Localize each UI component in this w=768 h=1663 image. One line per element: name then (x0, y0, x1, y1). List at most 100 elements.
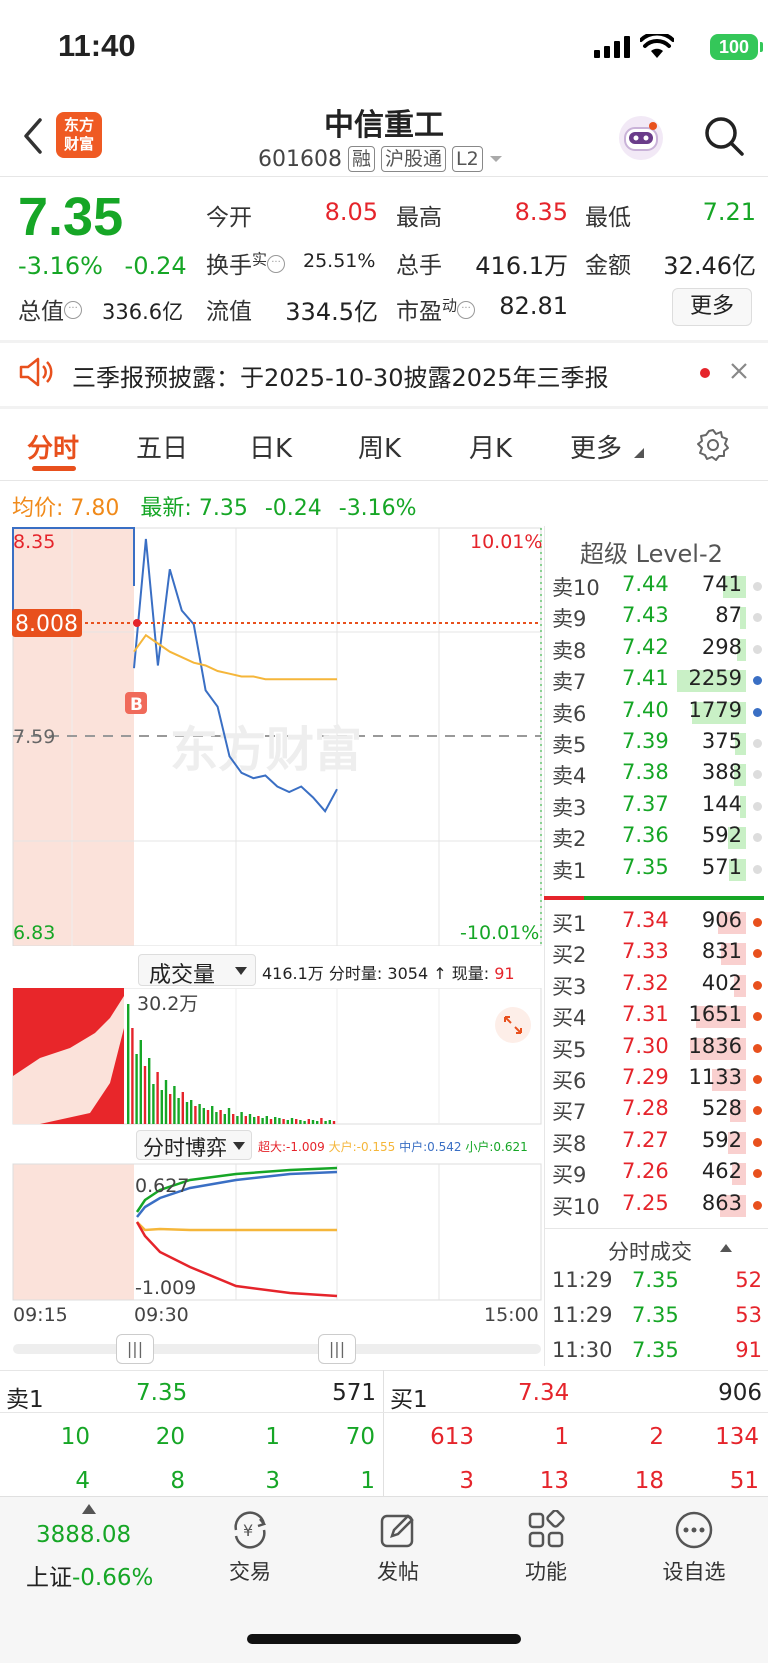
order-queue-value: 20 (155, 1424, 185, 1450)
pe-value: 82.81 (499, 292, 568, 320)
bid-row[interactable]: 买6 7.29 1133 (552, 1063, 766, 1094)
book-level-label: 卖5 (552, 733, 587, 757)
settings-gear-icon[interactable] (696, 428, 730, 462)
intraday-price-chart[interactable]: 东方财富 8.008 B 8.35 7.59 6.83 10.01% -10.0… (0, 526, 548, 946)
caret-up-icon[interactable] (82, 1504, 96, 1514)
volume-bar (328, 1120, 331, 1124)
nav-trade[interactable]: ¥ 交易 (210, 1510, 290, 1586)
book-level-label: 买3 (552, 974, 587, 999)
ask-row[interactable]: 卖6 7.40 1779 (552, 696, 766, 727)
book-volume: 1779 (688, 697, 742, 722)
signal-icon (594, 36, 630, 58)
bid-row[interactable]: 买4 7.31 1651 (552, 1000, 766, 1031)
ask-row[interactable]: 卖2 7.36 592 (552, 821, 766, 852)
assistant-robot-icon[interactable] (617, 114, 665, 162)
more-button[interactable]: 更多 (672, 288, 752, 326)
nav-add-watchlist[interactable]: 设自选 (654, 1510, 734, 1586)
ask-row[interactable]: 卖3 7.37 144 (552, 790, 766, 821)
tab-intraday[interactable]: 分时 (27, 428, 79, 465)
book-volume: 592 (701, 1127, 742, 1152)
x-tick-open: 09:30 (134, 1304, 189, 1326)
divider (0, 1370, 768, 1371)
expand-icon[interactable] (494, 1006, 532, 1044)
ask-row[interactable]: 卖1 7.35 571 (552, 853, 766, 884)
bid-row[interactable]: 买7 7.28 528 (552, 1094, 766, 1125)
ask-row[interactable]: 卖9 7.43 87 (552, 601, 766, 632)
ask-row[interactable]: 卖7 7.41 2259 (552, 664, 766, 695)
tick-row: 11:29 7.35 53 (552, 1303, 762, 1327)
book-level-label: 卖6 (552, 701, 587, 726)
stock-code: 601608 (258, 146, 342, 172)
index-name: 上证 (26, 1565, 72, 1591)
status-dot (753, 644, 762, 654)
book-level-label: 买9 (552, 1163, 587, 1188)
x-tick-start: 09:15 (13, 1304, 68, 1326)
volume-bar (173, 1086, 176, 1124)
range-handle-left[interactable]: ||| (116, 1334, 154, 1364)
nav-functions[interactable]: 功能 (506, 1510, 586, 1586)
book-price: 7.32 (622, 970, 669, 995)
book-price: 7.26 (622, 1159, 669, 1184)
divider (0, 480, 768, 481)
status-dot (753, 1012, 762, 1022)
ask-row[interactable]: 卖8 7.42 298 (552, 633, 766, 664)
ask-row[interactable]: 卖10 7.44 741 (552, 570, 766, 601)
bid-row[interactable]: 买5 7.30 1836 (552, 1032, 766, 1063)
book-volume: 375 (701, 729, 742, 753)
bid-row[interactable]: 买10 7.25 863 (552, 1189, 766, 1220)
search-icon[interactable] (702, 114, 746, 158)
book-level-label: 买1 (552, 912, 587, 936)
ask-row[interactable]: 卖5 7.39 375 (552, 727, 766, 758)
ticks-title[interactable]: 分时成交 (608, 1236, 692, 1266)
volume-bar (332, 1121, 336, 1124)
tab-more[interactable]: 更多 (570, 428, 622, 465)
book-level-label: 买10 (552, 1194, 600, 1219)
order-queue-value: 613 (430, 1424, 474, 1450)
trade-icon: ¥ (234, 1511, 267, 1549)
game-indicator-select[interactable]: 分时博弈 (136, 1130, 252, 1160)
volume-bar (299, 1120, 302, 1124)
volume-bar (164, 1080, 168, 1124)
order-queue-value: 10 (60, 1424, 90, 1450)
close-icon[interactable] (730, 362, 748, 380)
amount-label: 金额 (585, 253, 631, 279)
x-tick-close: 15:00 (484, 1304, 539, 1326)
nav-post[interactable]: 发帖 (358, 1510, 438, 1586)
volume-bar (156, 1072, 159, 1124)
bid-row[interactable]: 买1 7.34 906 (552, 906, 766, 937)
volume-bar (219, 1110, 222, 1124)
stock-code-line[interactable]: 601608 融 沪股通 L2 (258, 146, 503, 172)
volume-bar (316, 1121, 319, 1124)
bid-row[interactable]: 买8 7.27 592 (552, 1126, 766, 1157)
tab-five-day[interactable]: 五日 (136, 428, 188, 465)
volume-chart[interactable]: 30.2万 (0, 988, 548, 1126)
book-level-label: 买7 (552, 1100, 587, 1125)
index-line[interactable]: 上证-0.66% (26, 1558, 153, 1592)
book-price: 7.38 (622, 760, 669, 785)
range-handle-right[interactable]: ||| (318, 1334, 356, 1364)
ask-row[interactable]: 卖4 7.38 388 (552, 758, 766, 789)
book-price: 7.34 (622, 908, 669, 932)
bid-row[interactable]: 买9 7.26 462 (552, 1157, 766, 1188)
volume-value: 416.1万 (475, 252, 568, 280)
tab-daily-k[interactable]: 日K (249, 428, 292, 465)
tab-monthly-k[interactable]: 月K (469, 428, 512, 465)
bid-row[interactable]: 买2 7.33 831 (552, 937, 766, 968)
status-dot (753, 864, 762, 874)
notice-text[interactable]: 三季报预披露：于2025-10-30披露2025年三季报 (72, 358, 609, 393)
volume-indicator-select[interactable]: 成交量 (138, 954, 256, 988)
caret-up-icon[interactable] (720, 1244, 732, 1252)
volume-bar (206, 1110, 210, 1124)
volume-stats: 416.1万 分时量: 3054 ↑ 现量: 91 (262, 964, 515, 983)
book-level-label: 卖3 (552, 795, 587, 820)
money-flow-chart[interactable]: 0.627 -1.009 (0, 1162, 548, 1302)
volume-bar (248, 1114, 252, 1124)
book-price: 7.41 (622, 666, 669, 691)
tab-weekly-k[interactable]: 周K (358, 428, 401, 465)
volume-bar (223, 1114, 226, 1124)
book-volume: 592 (701, 823, 742, 848)
volume-bar (181, 1092, 184, 1124)
index-value[interactable]: 3888.08 (36, 1522, 131, 1548)
dropdown-arrow-icon (233, 1142, 245, 1150)
bid-row[interactable]: 买3 7.32 402 (552, 969, 766, 1000)
